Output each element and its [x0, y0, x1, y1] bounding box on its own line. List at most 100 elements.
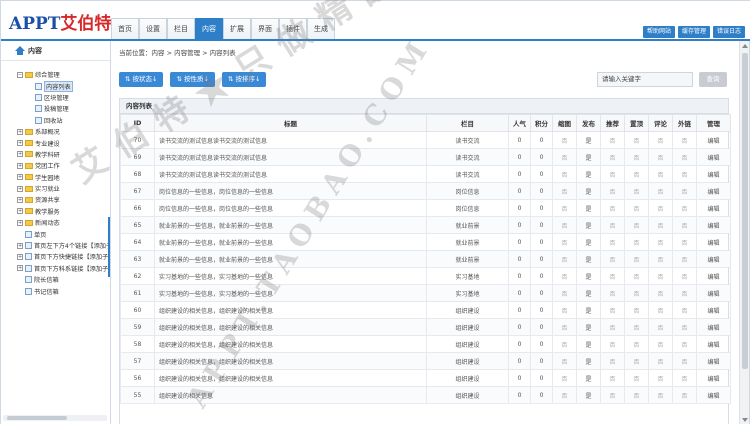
- expand-icon[interactable]: +: [17, 253, 23, 260]
- cell-pub: 是: [576, 267, 601, 285]
- cell-cat: 岗位信息: [426, 199, 509, 217]
- expand-icon[interactable]: +: [17, 174, 23, 181]
- nav-plugins[interactable]: 插件: [279, 18, 307, 39]
- scroll-down-arrow-icon[interactable]: [742, 418, 748, 422]
- sidebar-item[interactable]: + 首页下方快捷链接【添加子: [1, 251, 110, 262]
- cell-id: 55: [120, 386, 155, 404]
- edit-link[interactable]: 编辑: [696, 233, 731, 251]
- content-list-panel: 内容列表 ID 标题 栏目 人气 积分 缩图 发布 推荐 置顶 评论 外链 管理 70 读书交流的测试信…: [119, 98, 731, 424]
- error-log-link[interactable]: 错误日志: [712, 26, 745, 38]
- cell-id: 66: [120, 199, 155, 217]
- cell-rec: 否: [600, 148, 625, 166]
- sidebar-item[interactable]: + 专业建设: [1, 137, 110, 148]
- sort-by-status-button[interactable]: ⇅ 按状态↓: [119, 72, 164, 87]
- column-header: 积分: [530, 114, 553, 132]
- cache-manage-link[interactable]: 缓存管理: [677, 26, 710, 38]
- expand-icon[interactable]: +: [17, 242, 23, 249]
- cell-cmt: 否: [648, 131, 673, 149]
- expand-icon[interactable]: +: [17, 219, 23, 226]
- scroll-thumb[interactable]: [742, 53, 748, 369]
- search-input[interactable]: 请输入关键字: [597, 72, 693, 87]
- cell-score: 0: [530, 216, 553, 234]
- edit-link[interactable]: 编辑: [696, 318, 731, 336]
- nav-generate[interactable]: 生成: [307, 18, 335, 39]
- expand-icon[interactable]: +: [17, 208, 23, 215]
- sidebar-item[interactable]: + 教学服务: [1, 206, 110, 217]
- sidebar-item[interactable]: 区块管理: [1, 92, 110, 103]
- scroll-up-arrow-icon[interactable]: [742, 44, 748, 48]
- expand-icon[interactable]: +: [17, 128, 23, 135]
- edit-link[interactable]: 编辑: [696, 216, 731, 234]
- nav-interface[interactable]: 界面: [251, 18, 279, 39]
- nav-extend[interactable]: 扩展: [223, 18, 251, 39]
- sidebar-item[interactable]: + 教学科研: [1, 149, 110, 160]
- edit-link[interactable]: 编辑: [696, 165, 731, 183]
- table-row: 68 读书交流的测试信息读书交流的测试信息 读书交流 0 0 否是否否否否编辑: [120, 165, 731, 183]
- title-cell: 岗位信息的一些信息，岗位信息的一些信息: [154, 182, 427, 200]
- cell-pop: 0: [508, 131, 531, 149]
- sidebar-item[interactable]: + 首页下方科系链接【添加子: [1, 263, 110, 274]
- sort-by-type-button[interactable]: ⇅ 按性质↓: [170, 72, 215, 87]
- sidebar-item[interactable]: 投稿管理: [1, 103, 110, 114]
- help-site-link[interactable]: 帮助网站: [642, 26, 675, 38]
- sidebar-item[interactable]: + 新闻动态: [1, 217, 110, 228]
- cell-cmt: 否: [648, 233, 673, 251]
- column-header: 缩图: [552, 114, 577, 132]
- edit-link[interactable]: 编辑: [696, 131, 731, 149]
- sidebar-item[interactable]: 内容列表: [1, 80, 110, 92]
- cell-cat: 实习基地: [426, 284, 509, 302]
- nav-columns[interactable]: 栏目: [167, 18, 195, 39]
- sidebar-item[interactable]: + 系部概况: [1, 126, 110, 137]
- sidebar-item[interactable]: 书记信箱: [1, 285, 110, 296]
- nav-content[interactable]: 内容: [195, 18, 223, 39]
- cell-cat: 组织建设: [426, 386, 509, 404]
- edit-link[interactable]: 编辑: [696, 199, 731, 217]
- sidebar-item[interactable]: 单页: [1, 228, 110, 239]
- table-row: 58 组织建设的相关信息，组织建设的相关信息 组织建设 0 0 否是否否否否编辑: [120, 335, 731, 353]
- sidebar-item[interactable]: 院长信箱: [1, 274, 110, 285]
- cell-cmt: 否: [648, 148, 673, 166]
- sidebar-item[interactable]: + 资源共享: [1, 194, 110, 205]
- edit-link[interactable]: 编辑: [696, 148, 731, 166]
- cell-top: 否: [624, 216, 649, 234]
- sidebar-item[interactable]: − 综合管理: [1, 69, 110, 80]
- cell-thumb: 否: [552, 250, 577, 268]
- cell-link: 否: [672, 386, 697, 404]
- cell-thumb: 否: [552, 318, 577, 336]
- main-vertical-scrollbar[interactable]: [739, 41, 749, 424]
- column-header: 评论: [648, 114, 673, 132]
- edit-link[interactable]: 编辑: [696, 352, 731, 370]
- logo-cn: 艾伯特: [60, 14, 112, 34]
- nav-settings[interactable]: 设置: [139, 18, 167, 39]
- expand-icon[interactable]: +: [17, 196, 23, 203]
- cell-link: 否: [672, 250, 697, 268]
- sidebar-item[interactable]: + 实习就业: [1, 183, 110, 194]
- cell-id: 57: [120, 352, 155, 370]
- edit-link[interactable]: 编辑: [696, 301, 731, 319]
- edit-link[interactable]: 编辑: [696, 335, 731, 353]
- edit-link[interactable]: 编辑: [696, 182, 731, 200]
- nav-home[interactable]: 首页: [111, 18, 139, 39]
- search-button[interactable]: 查询: [699, 72, 727, 87]
- cell-pop: 0: [508, 165, 531, 183]
- expand-icon[interactable]: +: [17, 140, 23, 147]
- sidebar-item[interactable]: 回收站: [1, 115, 110, 126]
- cell-thumb: 否: [552, 199, 577, 217]
- sidebar-item[interactable]: + 党团工作: [1, 160, 110, 171]
- edit-link[interactable]: 编辑: [696, 267, 731, 285]
- expand-icon[interactable]: +: [17, 162, 23, 169]
- edit-link[interactable]: 编辑: [696, 369, 731, 387]
- sidebar-item[interactable]: + 首页左下方4个链接【添加子: [1, 240, 110, 251]
- edit-link[interactable]: 编辑: [696, 284, 731, 302]
- expand-icon[interactable]: +: [17, 265, 23, 272]
- expand-icon[interactable]: +: [17, 151, 23, 158]
- edit-link[interactable]: 编辑: [696, 250, 731, 268]
- collapse-icon[interactable]: −: [17, 71, 23, 78]
- expand-icon[interactable]: +: [17, 185, 23, 192]
- edit-link[interactable]: 编辑: [696, 386, 731, 404]
- sidebar-item[interactable]: + 学生园地: [1, 172, 110, 183]
- sort-by-order-button[interactable]: ⇅ 按排序↓: [221, 72, 267, 87]
- cell-cmt: 否: [648, 267, 673, 285]
- sidebar-horizontal-scrollbar[interactable]: [3, 415, 107, 421]
- cell-id: 68: [120, 165, 155, 183]
